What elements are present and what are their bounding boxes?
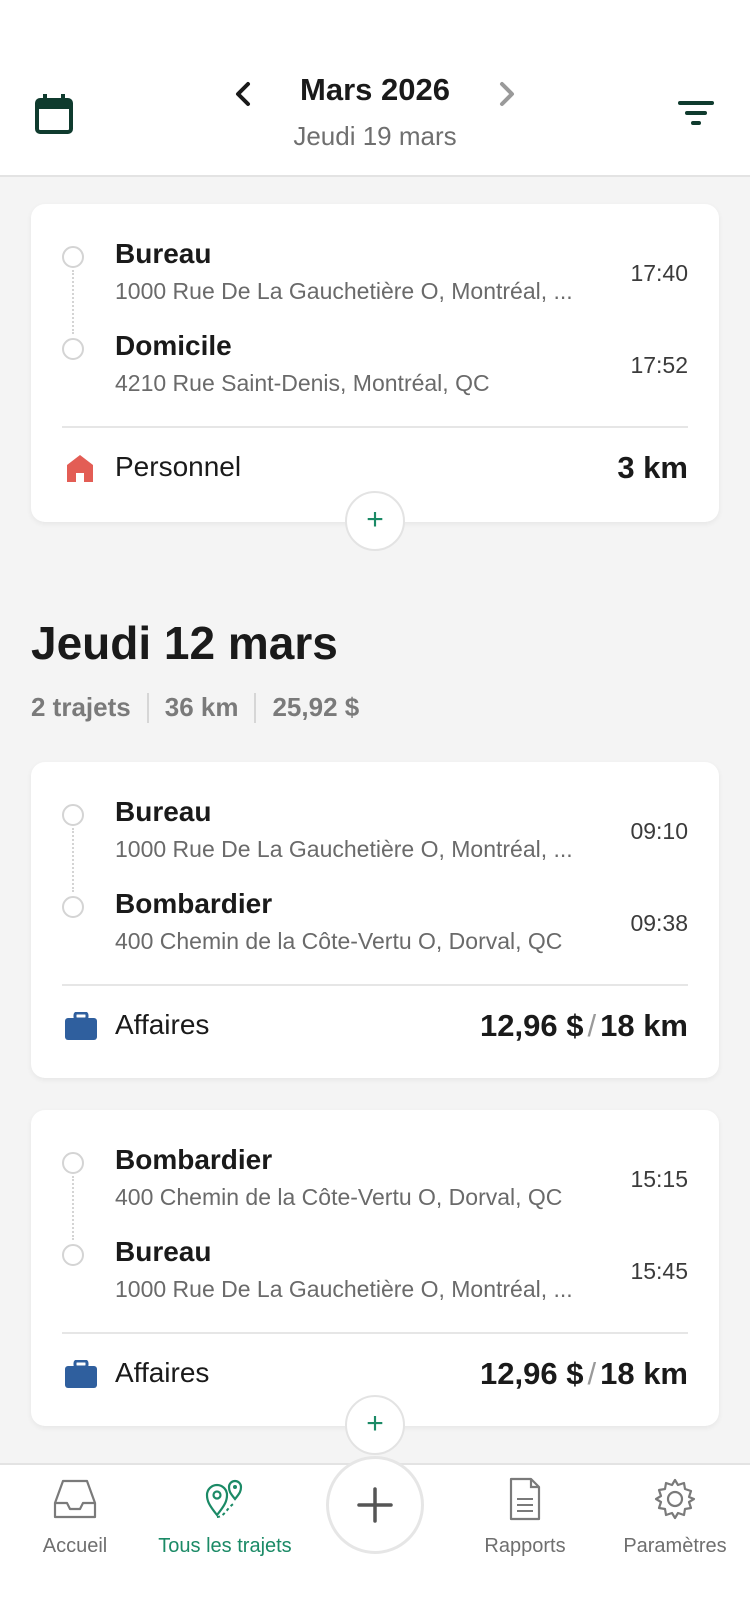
stop-name: Bureau <box>115 1236 212 1267</box>
total-amount: 25,92 $ <box>272 692 360 722</box>
distance-value: 3 km <box>617 450 688 485</box>
stop-address: 1000 Rue De La Gauchetière O, Montréal, … <box>115 278 573 304</box>
day-summary: 2 trajets 36 km 25,92 $ <box>31 692 359 723</box>
card-divider <box>62 426 688 428</box>
trip-category[interactable]: Affaires <box>115 1009 209 1041</box>
trip-origin: Bureau 1000 Rue De La Gauchetière O, Mon… <box>31 796 719 876</box>
stop-time: 09:10 <box>630 818 688 844</box>
filter-icon[interactable] <box>676 96 716 130</box>
route-line <box>72 1176 74 1240</box>
stop-time: 17:40 <box>630 260 688 286</box>
nav-item-tous-les-trajets[interactable]: Tous les trajets <box>150 1465 300 1585</box>
trip-card[interactable]: Bureau 1000 Rue De La Gauchetière O, Mon… <box>31 762 719 1078</box>
stop-name: Bombardier <box>115 1144 273 1175</box>
chevron-right-icon[interactable] <box>490 76 522 112</box>
card-divider <box>62 984 688 986</box>
trip-destination: Bureau 1000 Rue De La Gauchetière O, Mon… <box>31 1236 719 1316</box>
add-trip-button[interactable]: + <box>345 1395 405 1455</box>
trip-origin: Bombardier 400 Chemin de la Côte-Vertu O… <box>31 1144 719 1224</box>
nav-item-rapports[interactable]: Rapports <box>450 1465 600 1585</box>
stop-name: Domicile <box>115 330 232 361</box>
nav-label: Paramètres <box>623 1535 727 1557</box>
trip-count: 2 trajets <box>31 692 131 722</box>
distance-value: 18 km <box>600 1008 688 1043</box>
stop-time: 17:52 <box>630 352 688 378</box>
stop-marker <box>62 804 84 826</box>
briefcase-icon <box>65 1011 97 1040</box>
nav-label: Tous les trajets <box>158 1535 292 1557</box>
gear-icon <box>654 1478 696 1520</box>
stop-name: Bureau <box>115 796 212 827</box>
selected-day: Jeudi 19 mars <box>293 121 457 151</box>
add-trip-fab[interactable] <box>326 1456 424 1554</box>
inbox-icon <box>53 1479 97 1519</box>
amount-separator: / <box>587 1008 597 1043</box>
document-icon <box>509 1477 541 1521</box>
stop-time: 15:15 <box>630 1166 688 1192</box>
stop-marker <box>62 1152 84 1174</box>
trip-category[interactable]: Personnel <box>115 451 241 483</box>
trip-origin: Bureau 1000 Rue De La Gauchetière O, Mon… <box>31 238 719 318</box>
stat-separator <box>254 692 257 723</box>
trip-card[interactable]: Bureau 1000 Rue De La Gauchetière O, Mon… <box>31 204 719 522</box>
stop-name: Bureau <box>115 238 212 269</box>
top-header: Mars 2026 Jeudi 19 mars <box>0 0 750 177</box>
amount-value: 12,96 $ <box>480 1008 584 1043</box>
home-icon <box>65 453 95 482</box>
day-section-title: Jeudi 12 mars <box>31 617 338 669</box>
nav-label: Rapports <box>484 1535 566 1557</box>
nav-label: Accueil <box>42 1535 108 1557</box>
route-line <box>72 270 74 334</box>
trip-distance: 3 km <box>617 450 688 486</box>
stop-address: 400 Chemin de la Côte-Vertu O, Dorval, Q… <box>115 928 563 954</box>
trip-category[interactable]: Affaires <box>115 1357 209 1389</box>
stop-address: 1000 Rue De La Gauchetière O, Montréal, … <box>115 836 573 862</box>
add-trip-button[interactable]: + <box>345 491 405 551</box>
stop-name: Bombardier <box>115 888 273 919</box>
trip-amount: 12,96 $/18 km <box>480 1008 688 1044</box>
stop-marker <box>62 338 84 360</box>
stop-time: 09:38 <box>630 910 688 936</box>
nav-item-parametres[interactable]: Paramètres <box>600 1465 750 1585</box>
stop-marker <box>62 246 84 268</box>
stop-address: 1000 Rue De La Gauchetière O, Montréal, … <box>115 1276 573 1302</box>
stop-address: 400 Chemin de la Côte-Vertu O, Dorval, Q… <box>115 1184 563 1210</box>
month-title: Mars 2026 <box>300 72 450 107</box>
stop-time: 15:45 <box>630 1258 688 1284</box>
amount-separator: / <box>587 1356 597 1391</box>
stop-marker <box>62 1244 84 1266</box>
plus-icon <box>357 1487 393 1523</box>
stat-separator <box>146 692 149 723</box>
stop-marker <box>62 896 84 918</box>
nav-item-accueil[interactable]: Accueil <box>0 1465 150 1585</box>
trip-amount: 12,96 $/18 km <box>480 1356 688 1392</box>
trip-card[interactable]: Bombardier 400 Chemin de la Côte-Vertu O… <box>31 1110 719 1426</box>
stop-address: 4210 Rue Saint-Denis, Montréal, QC <box>115 370 490 396</box>
trip-destination: Bombardier 400 Chemin de la Côte-Vertu O… <box>31 888 719 968</box>
distance-value: 18 km <box>600 1356 688 1391</box>
map-pins-icon <box>205 1479 243 1518</box>
briefcase-icon <box>65 1359 97 1388</box>
route-line <box>72 828 74 892</box>
card-divider <box>62 1332 688 1334</box>
amount-value: 12,96 $ <box>480 1356 584 1391</box>
total-distance: 36 km <box>164 692 239 722</box>
trip-destination: Domicile 4210 Rue Saint-Denis, Montréal,… <box>31 330 719 410</box>
